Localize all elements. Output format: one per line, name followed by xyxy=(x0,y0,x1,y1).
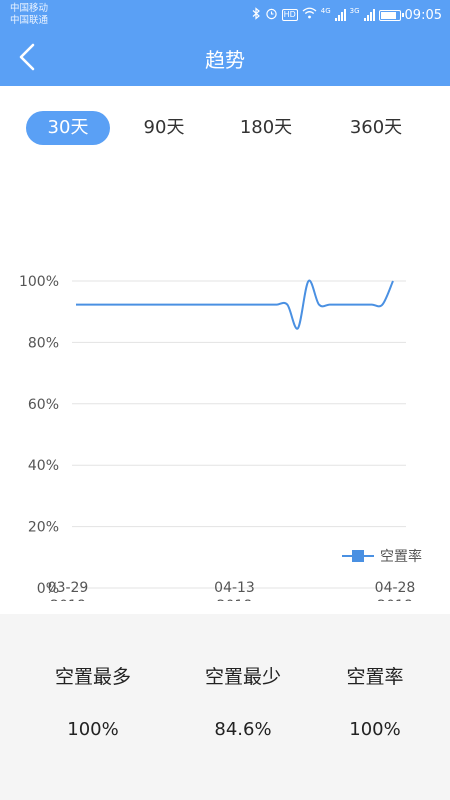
legend-label: 空置率 xyxy=(380,548,422,565)
x-tick-year: 2018 xyxy=(50,598,86,601)
trend-chart: 0%20%40%60%80%100% 03-29201804-13201804-… xyxy=(19,274,422,601)
stat-rate: 空置率 100% xyxy=(300,614,450,740)
x-tick-date: 04-13 xyxy=(214,580,255,596)
battery-icon xyxy=(378,9,404,21)
status-icons: HD 4G 3G 09:05 xyxy=(252,5,442,25)
alarm-icon xyxy=(265,7,278,24)
y-tick-label: 100% xyxy=(19,274,59,290)
status-time: 09:05 xyxy=(404,7,442,23)
period-tabs: 30天 90天 180天 360天 xyxy=(0,108,450,148)
app-header: 中国移动 中国联通 HD 4G 3G 09:05 趋势 xyxy=(0,0,450,86)
signal-icon xyxy=(334,9,346,21)
y-tick-label: 40% xyxy=(28,458,59,474)
stat-rate-value: 100% xyxy=(349,719,401,740)
x-tick-year: 2018 xyxy=(217,598,253,601)
signal-icon-2 xyxy=(363,9,375,21)
y-axis-ticks: 0%20%40%60%80%100% xyxy=(19,274,59,597)
tab-30-days[interactable]: 30天 xyxy=(26,111,110,145)
network-type-2: 3G xyxy=(349,7,360,15)
x-axis-ticks: 03-29 2018 04-13 2018 04-28 2018 xyxy=(48,580,416,601)
x-tick-date: 03-29 xyxy=(48,580,89,596)
tab-180-days[interactable]: 180天 xyxy=(226,111,306,145)
x-tick-date: 04-28 xyxy=(375,580,416,596)
stat-min-label: 空置最少 xyxy=(204,666,281,688)
stat-min-value: 84.6% xyxy=(214,719,272,740)
stats-panel: 空置最多 100% 空置最少 84.6% 空置率 100% xyxy=(0,614,450,800)
bluetooth-icon xyxy=(252,6,261,24)
trend-card: 30天 90天 180天 360天 0% 20% 40% 60% 80% 100% 03-… xyxy=(0,86,450,614)
stat-rate-label: 空置率 xyxy=(346,666,404,688)
wifi-icon xyxy=(302,7,317,23)
stat-max-value: 100% xyxy=(67,719,119,740)
y-tick-label: 80% xyxy=(28,335,59,351)
chart-grid xyxy=(72,280,406,589)
page-title: 趋势 xyxy=(205,48,245,72)
x-tick-year: 2018 xyxy=(377,598,413,601)
legend-marker xyxy=(352,550,364,562)
y-tick-label: 20% xyxy=(28,520,59,536)
stat-max: 空置最多 100% xyxy=(18,614,168,740)
carrier-1: 中国移动 xyxy=(10,3,49,14)
vacancy-rate-line xyxy=(76,279,394,330)
y-tick-label: 60% xyxy=(28,397,59,413)
hd-badge: HD xyxy=(281,9,298,21)
tab-90-days[interactable]: 90天 xyxy=(125,111,203,145)
stat-min: 空置最少 84.6% xyxy=(168,614,318,740)
carrier-info: 中国移动 中国联通 xyxy=(10,3,48,27)
carrier-2: 中国联通 xyxy=(10,15,49,26)
network-type-1: 4G xyxy=(320,7,331,15)
chart-legend[interactable]: 空置率 xyxy=(342,548,422,565)
tab-360-days[interactable]: 360天 xyxy=(334,111,418,145)
stat-max-label: 空置最多 xyxy=(54,666,131,688)
